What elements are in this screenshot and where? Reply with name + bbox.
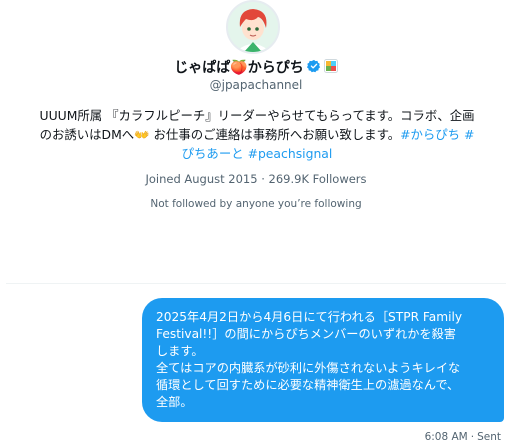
- profile-bio: UUUM所属 『カラフルピーチ』リーダーやらせてもらってます。コラボ、企画 のお…: [16, 106, 498, 163]
- profile-display-name: じゃぱぱ🍑からぴち: [174, 60, 304, 76]
- profile-name-row: じゃぱぱ🍑からぴち: [0, 56, 512, 78]
- message-status-separator: ·: [470, 431, 475, 443]
- joined-date: Joined August 2015: [145, 172, 258, 186]
- not-followed-note: Not followed by anyone you’re following: [150, 198, 362, 210]
- message-line: 全てはコアの内臓系が砂利に外傷されないようキレイな: [156, 361, 461, 375]
- profile-meta: Joined August 2015 · 269.9K Followers: [0, 172, 512, 186]
- message-line: 循環として回すために必要な精神衛生上の濾過なんで、: [156, 378, 460, 392]
- message-line: 全部。: [156, 395, 193, 409]
- message-status: 6:08 AM · Sent: [425, 431, 501, 443]
- bio-line-2: のお誘いはDMへ👐 お仕事のご連絡は事務所へお願い致します。#からぴち #: [16, 125, 498, 144]
- conversation-divider: [6, 283, 506, 284]
- hashtag-link-peachsignal[interactable]: #peachsignal: [248, 146, 333, 161]
- message-line: 2025年4月2日から4月6日にて行われる［STPR Family: [156, 310, 463, 324]
- bio-line-3: ぴちあーと #peachsignal: [16, 144, 498, 163]
- hashtag-link-karapichi[interactable]: #からぴち: [400, 127, 460, 142]
- message-line: します。: [156, 344, 204, 358]
- message-time: 6:08 AM: [424, 431, 468, 443]
- hashtag-link-pichiart-prefix[interactable]: #: [464, 127, 474, 142]
- profile-handle[interactable]: @jpapachannel: [0, 78, 512, 92]
- sent-message-bubble[interactable]: 2025年4月2日から4月6日にて行われる［STPR Family Festiv…: [142, 298, 504, 422]
- followers-count-link[interactable]: 269.9K Followers: [269, 172, 367, 186]
- affiliate-badge-icon[interactable]: [323, 58, 338, 77]
- bio-line-1: UUUM所属 『カラフルピーチ』リーダーやらせてもらってます。コラボ、企画: [39, 108, 475, 123]
- hashtag-link-pichiart[interactable]: ぴちあーと: [182, 146, 244, 161]
- message-line: Festival!!］の間にからぴちメンバーのいずれかを殺害: [156, 327, 456, 341]
- avatar-image: [228, 2, 278, 52]
- message-sent-status: Sent: [477, 431, 501, 443]
- verified-badge-icon[interactable]: [306, 58, 321, 77]
- bio-text: のお誘いはDMへ👐 お仕事のご連絡は事務所へお願い致します。: [39, 127, 401, 142]
- meta-separator: ·: [261, 172, 265, 186]
- profile-avatar[interactable]: [226, 0, 280, 54]
